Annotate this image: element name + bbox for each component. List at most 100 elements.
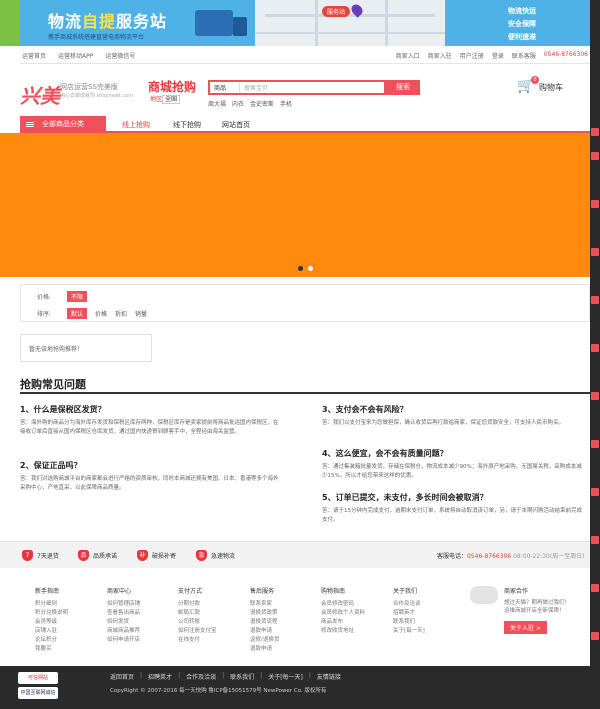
hotword-link[interactable]: 手机 (280, 99, 292, 108)
region-value[interactable]: 全国 (162, 95, 181, 104)
footer-link[interactable]: 联系卖家 (250, 600, 320, 609)
topbar-link-service[interactable]: 联系客服 (512, 51, 536, 60)
toolbar-icon[interactable] (591, 152, 599, 160)
banner-title-part: 服务站 (116, 12, 168, 31)
topbar-link-seller-join[interactable]: 商家入驻 (428, 51, 452, 60)
footer-link[interactable]: 分期付款 (178, 600, 248, 609)
nav-online-sale[interactable]: 线上抢购 (122, 120, 150, 130)
main-nav: 全部商品分类 线上抢购 线下抢购 网站首页 (20, 116, 590, 133)
toolbar-icon[interactable] (591, 632, 599, 640)
nav-home[interactable]: 网站首页 (222, 120, 250, 130)
nav-offline-sale[interactable]: 线下抢购 (173, 120, 201, 130)
topbar-link-register[interactable]: 用户注册 (460, 51, 484, 60)
search-input[interactable]: 搜索宝贝 (240, 83, 384, 92)
footer-link[interactable]: 如何发货 (107, 618, 177, 627)
footer-link[interactable]: 退款申请 (250, 627, 320, 636)
footer-link[interactable]: 论坛积分 (35, 636, 105, 645)
footer-link[interactable]: 店铺入驻 (35, 627, 105, 636)
sort-sales[interactable]: 销量 (135, 309, 147, 318)
toolbar-icon[interactable] (591, 248, 599, 256)
bottom-link[interactable]: 联系我们 (230, 672, 254, 681)
banner-title-accent: 自提 (82, 12, 117, 31)
footer-link[interactable]: 退换货流程 (250, 618, 320, 627)
footer-link[interactable]: 商品发布 (321, 618, 391, 627)
truck-cab-icon (233, 17, 247, 36)
toolbar-icon[interactable] (591, 128, 599, 136)
faq-divider (20, 392, 590, 394)
search-scope-select[interactable]: 商品 (210, 83, 240, 92)
footer-link[interactable]: 联系我们 (393, 618, 463, 627)
footer-link[interactable]: 修改收货地址 (321, 627, 391, 636)
hotword-link[interactable]: 内衣 (232, 99, 244, 108)
site-logo[interactable]: 兴美 (20, 80, 60, 109)
footer-link[interactable]: 关于[每一天] (393, 627, 463, 636)
banner-badge: 物流快运 (508, 7, 536, 15)
footer-link[interactable]: 退换货政策 (250, 609, 320, 618)
toolbar-icon[interactable] (591, 536, 599, 544)
hotword-link[interactable]: 周大福 (208, 99, 226, 108)
faq-item: 1、什么是保税区发货？ 答：海外购的商品分为海外库存发货和保税区库存两种，保税区… (20, 404, 282, 437)
bottom-link[interactable]: 关于[每一天] (268, 672, 303, 681)
top-ad-banner[interactable]: 物流自提服务站 携手商城系统搭建直营电商物流平台 服务站 物流快运 安全保障 便… (0, 0, 590, 46)
hero-slider[interactable] (0, 133, 590, 277)
topbar-link-wechat[interactable]: 运营微信号 (105, 51, 135, 60)
all-categories-button[interactable]: 全部商品分类 (20, 116, 106, 133)
topbar-link-seller-entry[interactable]: 商家入口 (396, 51, 420, 60)
footer-link[interactable]: 邮局汇款 (178, 609, 248, 618)
bottom-link[interactable]: 友情链接 (317, 672, 341, 681)
topbar-link-app[interactable]: 运营移动APP (58, 51, 93, 60)
region-selector[interactable]: 地区 全国 (150, 94, 181, 104)
footer-link[interactable]: 在线支付 (178, 636, 248, 645)
toolbar-icon[interactable] (591, 296, 599, 304)
footer-column: 购物指南 会员修改密码 会员修改个人资料 商品发布 修改收货地址 (321, 586, 391, 636)
footer-link[interactable]: 返修/退换货 (250, 636, 320, 645)
bottom-link[interactable]: 返回首页 (110, 672, 134, 681)
toolbar-icon[interactable] (591, 200, 599, 208)
footer-link[interactable]: 会员等级 (35, 618, 105, 627)
sort-price[interactable]: 价格 (95, 309, 107, 318)
footer-link[interactable]: 商城商品推荐 (107, 627, 177, 636)
bottom-link[interactable]: 招聘英才 (148, 672, 172, 681)
hotword-link[interactable]: 金史密斯 (250, 99, 274, 108)
footer-link[interactable]: 积分兑换说明 (35, 609, 105, 618)
toolbar-icon[interactable] (591, 584, 599, 592)
footer-link[interactable]: 招聘英才 (393, 609, 463, 618)
toolbar-icon[interactable] (591, 488, 599, 496)
trust-badge[interactable]: 可信网站 (18, 672, 58, 684)
slider-dot[interactable] (308, 266, 313, 271)
slider-dot-active[interactable] (298, 266, 303, 271)
footer-link[interactable]: 合作及洽谈 (393, 600, 463, 609)
footer-link[interactable]: 我要买 (35, 645, 105, 654)
footer-column-title: 关于我们 (393, 588, 418, 595)
hot-keywords: 周大福 内衣 金史密斯 手机 (208, 99, 292, 108)
search-button[interactable]: 搜索 (386, 80, 420, 95)
faq-question: 3、支付会不会有风险？ (322, 405, 408, 414)
toolbar-icon[interactable] (591, 392, 599, 400)
footer-link[interactable]: 如何注册支付宝 (178, 627, 248, 636)
service-quality: 品 品质承诺 (78, 550, 117, 561)
trust-badge[interactable]: 中国互联网诚信 (18, 687, 58, 699)
cart-button[interactable]: 🛒 0 购物车 (517, 76, 577, 96)
service-guarantees: 7 7天退货 品 品质承诺 补 破损补寄 急 急速物流 客服电话：0546-87… (0, 541, 590, 568)
footer-link[interactable]: 退款申请 (250, 645, 320, 654)
bottom-link[interactable]: 合作及洽谈 (186, 672, 216, 681)
footer-link[interactable]: 如何申请开店 (107, 636, 177, 645)
footer-link[interactable]: 积分细则 (35, 600, 105, 609)
toolbar-icon[interactable] (591, 440, 599, 448)
sort-default[interactable]: 默认 (67, 308, 88, 319)
partner-join-button[interactable]: 关于入驻 > (504, 621, 547, 634)
service-label: 破损补寄 (152, 553, 177, 560)
footer-link[interactable]: 会员修改密码 (321, 600, 391, 609)
topbar-phone: 0546-8766306 (543, 51, 588, 58)
toolbar-icon[interactable] (591, 344, 599, 352)
sort-discount[interactable]: 折扣 (115, 309, 127, 318)
topbar-link-login[interactable]: 登录 (492, 51, 504, 60)
faq-item: 4、这么便宜，会不会有质量问题？ 答：通过集装箱批量发货，存储在保税仓，物流成本… (322, 448, 584, 481)
topbar-link-home[interactable]: 运营首页 (22, 51, 46, 60)
footer-link[interactable]: 查看售出商品 (107, 609, 177, 618)
footer-link[interactable]: 如何管理店铺 (107, 600, 177, 609)
price-filter-any[interactable]: 不限 (67, 291, 88, 302)
footer-link[interactable]: 公司转账 (178, 618, 248, 627)
footer-link[interactable]: 会员修改个人资料 (321, 609, 391, 618)
handshake-icon (470, 586, 498, 604)
